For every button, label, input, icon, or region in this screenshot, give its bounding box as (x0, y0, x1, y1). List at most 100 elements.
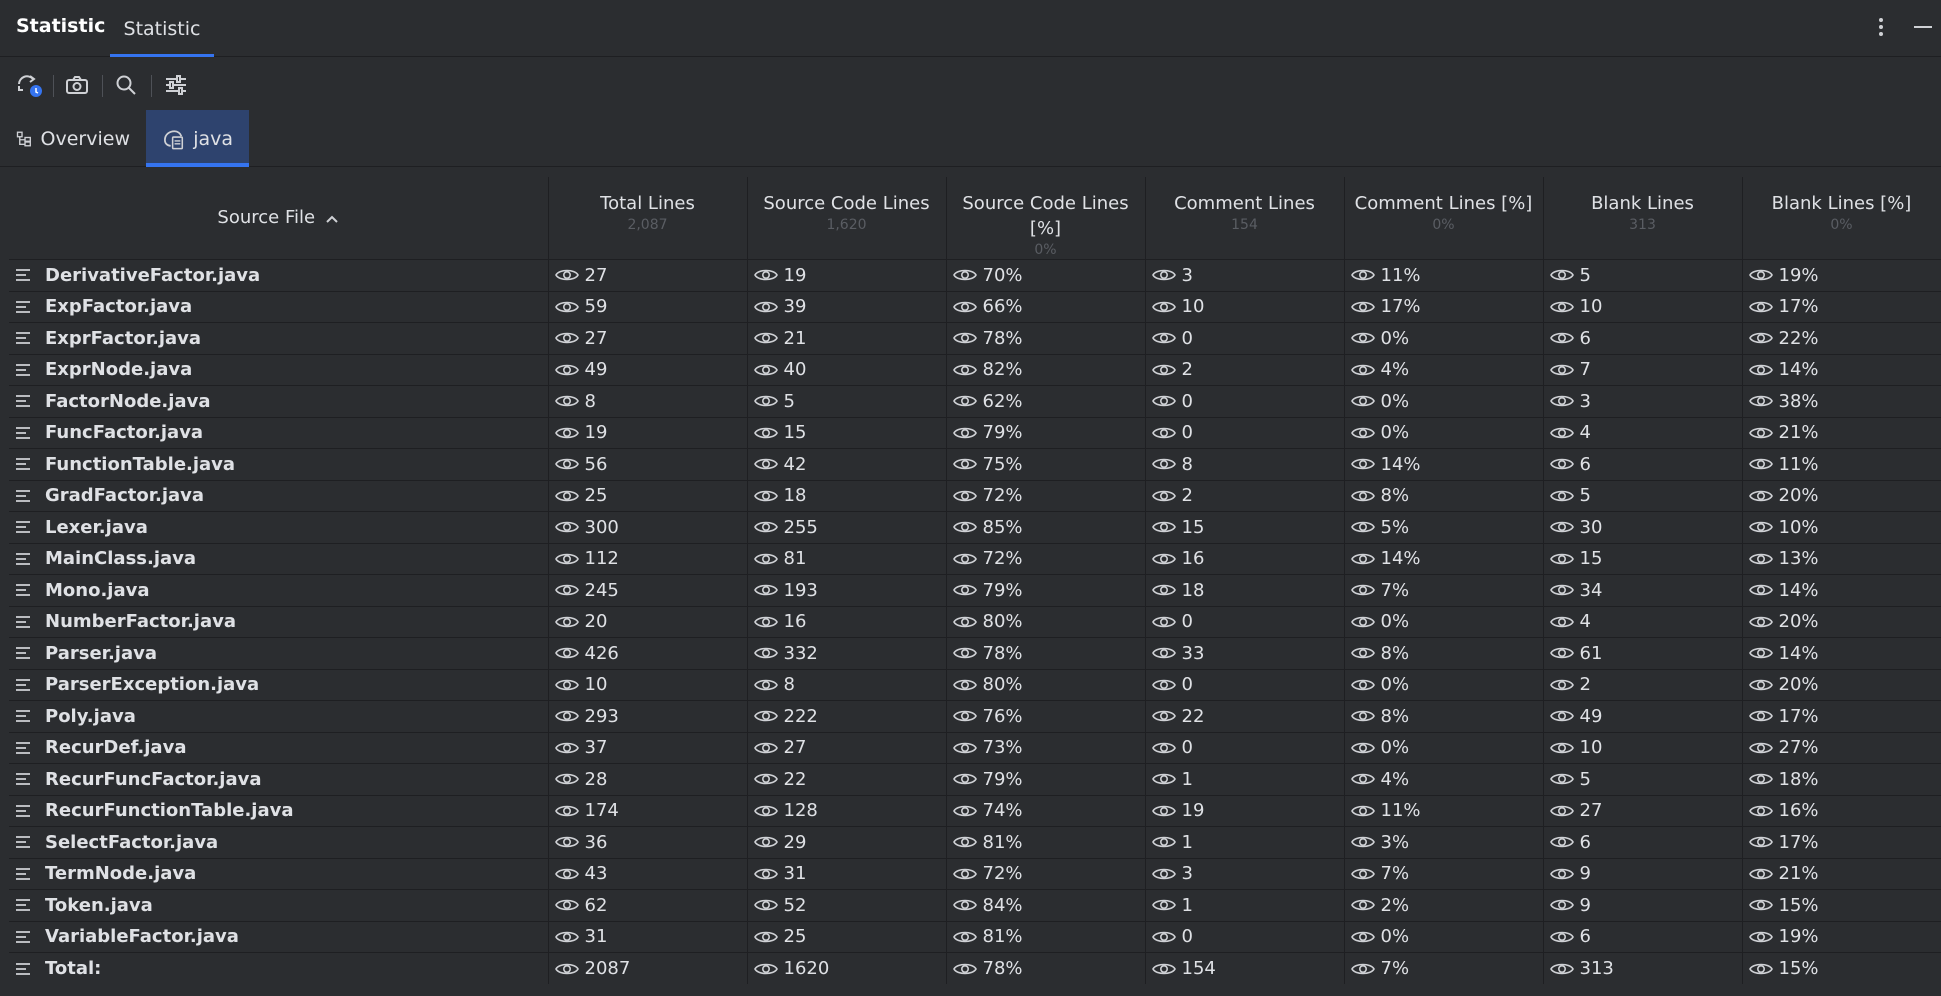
settings-sliders-icon[interactable] (161, 70, 191, 100)
cell-value: 59 (584, 296, 608, 318)
value-cell: 78% (946, 322, 1146, 355)
column-header[interactable]: Source Code Lines 1,620 (747, 177, 947, 260)
tab-java[interactable]: java (146, 110, 249, 167)
eye-icon (1748, 425, 1773, 441)
value-cell: 18% (1742, 763, 1941, 796)
table-row[interactable]: TermNode.java 43 31 72% 3 7% 9 21% (9, 858, 1941, 890)
file-name: ExprFactor.java (45, 327, 202, 349)
cell-value: 0 (1181, 737, 1193, 759)
value-cell: 7% (1344, 952, 1544, 984)
camera-icon[interactable] (62, 70, 92, 100)
column-header[interactable]: Total Lines 2,087 (548, 177, 748, 260)
tab-statistic[interactable]: Statistic (110, 0, 214, 57)
eye-icon (554, 267, 579, 283)
tool-window-header: Statistic Statistic (0, 0, 1941, 57)
column-header[interactable]: Comment Lines 154 (1145, 177, 1345, 260)
cell-value: 0% (1380, 926, 1410, 948)
total-row[interactable]: Total: 2087 1620 78% 154 7% 313 15% (9, 952, 1941, 984)
table-row[interactable]: RecurDef.java 37 27 73% 0 0% 10 27% (9, 732, 1941, 764)
minimize-icon[interactable] (1910, 14, 1936, 40)
column-header[interactable]: Comment Lines [%] 0% (1344, 177, 1544, 260)
cell-value: 5 (1579, 768, 1591, 790)
column-summary: 154 (1231, 217, 1258, 233)
column-header[interactable]: Source Code Lines [%] 0% (946, 177, 1146, 260)
eye-icon (1748, 961, 1773, 977)
eye-icon (1549, 803, 1574, 819)
file-lines-icon (15, 678, 39, 692)
column-summary: 0% (1830, 217, 1853, 233)
table-row[interactable]: ExprFactor.java 27 21 78% 0 0% 6 22% (9, 322, 1941, 355)
value-cell: 70% (946, 259, 1146, 292)
table-row[interactable]: Lexer.java 300 255 85% 15 5% 30 10% (9, 511, 1941, 544)
table-row[interactable]: ExprNode.java 49 40 82% 2 4% 7 14% (9, 354, 1941, 386)
eye-icon (952, 267, 977, 283)
table-row[interactable]: RecurFunctionTable.java 174 128 74% 19 11% 27 1… (9, 795, 1941, 827)
column-header[interactable]: Blank Lines 313 (1543, 177, 1743, 260)
table-row[interactable]: MainClass.java 112 81 72% 16 14% 15 13% (9, 543, 1941, 575)
value-cell: 20 (548, 606, 748, 638)
value-cell: 0% (1344, 669, 1544, 701)
cell-value: 2 (1579, 674, 1591, 696)
eye-icon (554, 961, 579, 977)
value-cell: 0% (1344, 417, 1544, 449)
value-cell: 79% (946, 417, 1146, 449)
cell-value: 20 (584, 611, 608, 633)
table-row[interactable]: FuncFactor.java 19 15 79% 0 0% 4 21% (9, 417, 1941, 449)
table-row[interactable]: Token.java 62 52 84% 1 2% 9 15% (9, 889, 1941, 922)
cell-value: 70% (982, 264, 1023, 286)
cell-value: 5 (1579, 264, 1591, 286)
table-row[interactable]: VariableFactor.java 31 25 81% 0 0% 6 19% (9, 921, 1941, 953)
value-cell: 27 (747, 732, 947, 764)
table-row[interactable]: GradFactor.java 25 18 72% 2 8% 5 20% (9, 480, 1941, 512)
table-row[interactable]: SelectFactor.java 36 29 81% 1 3% 6 17% (9, 826, 1941, 859)
cell-value: 14% (1380, 548, 1421, 570)
cell-value: 2 (1181, 485, 1193, 507)
table-row[interactable]: ParserException.java 10 8 80% 0 0% 2 20% (9, 669, 1941, 701)
file-name: DerivativeFactor.java (45, 264, 261, 286)
table-row[interactable]: ExpFactor.java 59 39 66% 10 17% 10 17% (9, 291, 1941, 323)
eye-icon (554, 425, 579, 441)
eye-icon (952, 519, 977, 535)
value-cell: 8% (1344, 637, 1544, 670)
eye-icon (1151, 551, 1176, 567)
column-header[interactable]: Source File (9, 177, 549, 260)
eye-icon (952, 330, 977, 346)
value-cell: 38% (1742, 385, 1941, 418)
search-icon[interactable] (111, 70, 141, 100)
more-options-icon[interactable] (1868, 14, 1894, 40)
eye-icon (554, 771, 579, 787)
file-lines-icon (15, 331, 39, 345)
eye-icon (753, 488, 778, 504)
column-header[interactable]: Blank Lines [%] 0% (1742, 177, 1941, 260)
value-cell: 14% (1742, 637, 1941, 670)
cell-value: 7% (1380, 579, 1410, 601)
table-row[interactable]: RecurFuncFactor.java 28 22 79% 1 4% 5 18% (9, 763, 1941, 796)
cell-value: 37 (584, 737, 608, 759)
value-cell: 0% (1344, 921, 1544, 953)
table-row[interactable]: Mono.java 245 193 79% 18 7% 34 14% (9, 574, 1941, 607)
cell-value: 42 (783, 453, 807, 475)
cell-value: 332 (783, 642, 818, 664)
value-cell: 11% (1344, 259, 1544, 292)
eye-icon (1748, 488, 1773, 504)
eye-icon (952, 456, 977, 472)
eye-icon (554, 740, 579, 756)
table-row[interactable]: Poly.java 293 222 76% 22 8% 49 17% (9, 700, 1941, 733)
table-row[interactable]: Parser.java 426 332 78% 33 8% 61 14% (9, 637, 1941, 670)
table-row[interactable]: FunctionTable.java 56 42 75% 8 14% 6 11% (9, 448, 1941, 481)
value-cell: 0 (1145, 732, 1345, 764)
table-row[interactable]: NumberFactor.java 20 16 80% 0 0% 4 20% (9, 606, 1941, 638)
cell-value: 17% (1778, 705, 1819, 727)
value-cell: 79% (946, 574, 1146, 607)
eye-icon (1549, 299, 1574, 315)
refresh-icon[interactable] (14, 70, 44, 100)
eye-icon (1549, 708, 1574, 724)
eye-icon (554, 393, 579, 409)
table-row[interactable]: FactorNode.java 8 5 62% 0 0% 3 38% (9, 385, 1941, 418)
table-row[interactable]: DerivativeFactor.java 27 19 70% 3 11% 5 19% (9, 259, 1941, 292)
value-cell: 85% (946, 511, 1146, 544)
value-cell: 9 (1543, 858, 1743, 890)
tab-overview[interactable]: Overview (0, 110, 146, 167)
value-cell: 74% (946, 795, 1146, 827)
value-cell: 22% (1742, 322, 1941, 355)
